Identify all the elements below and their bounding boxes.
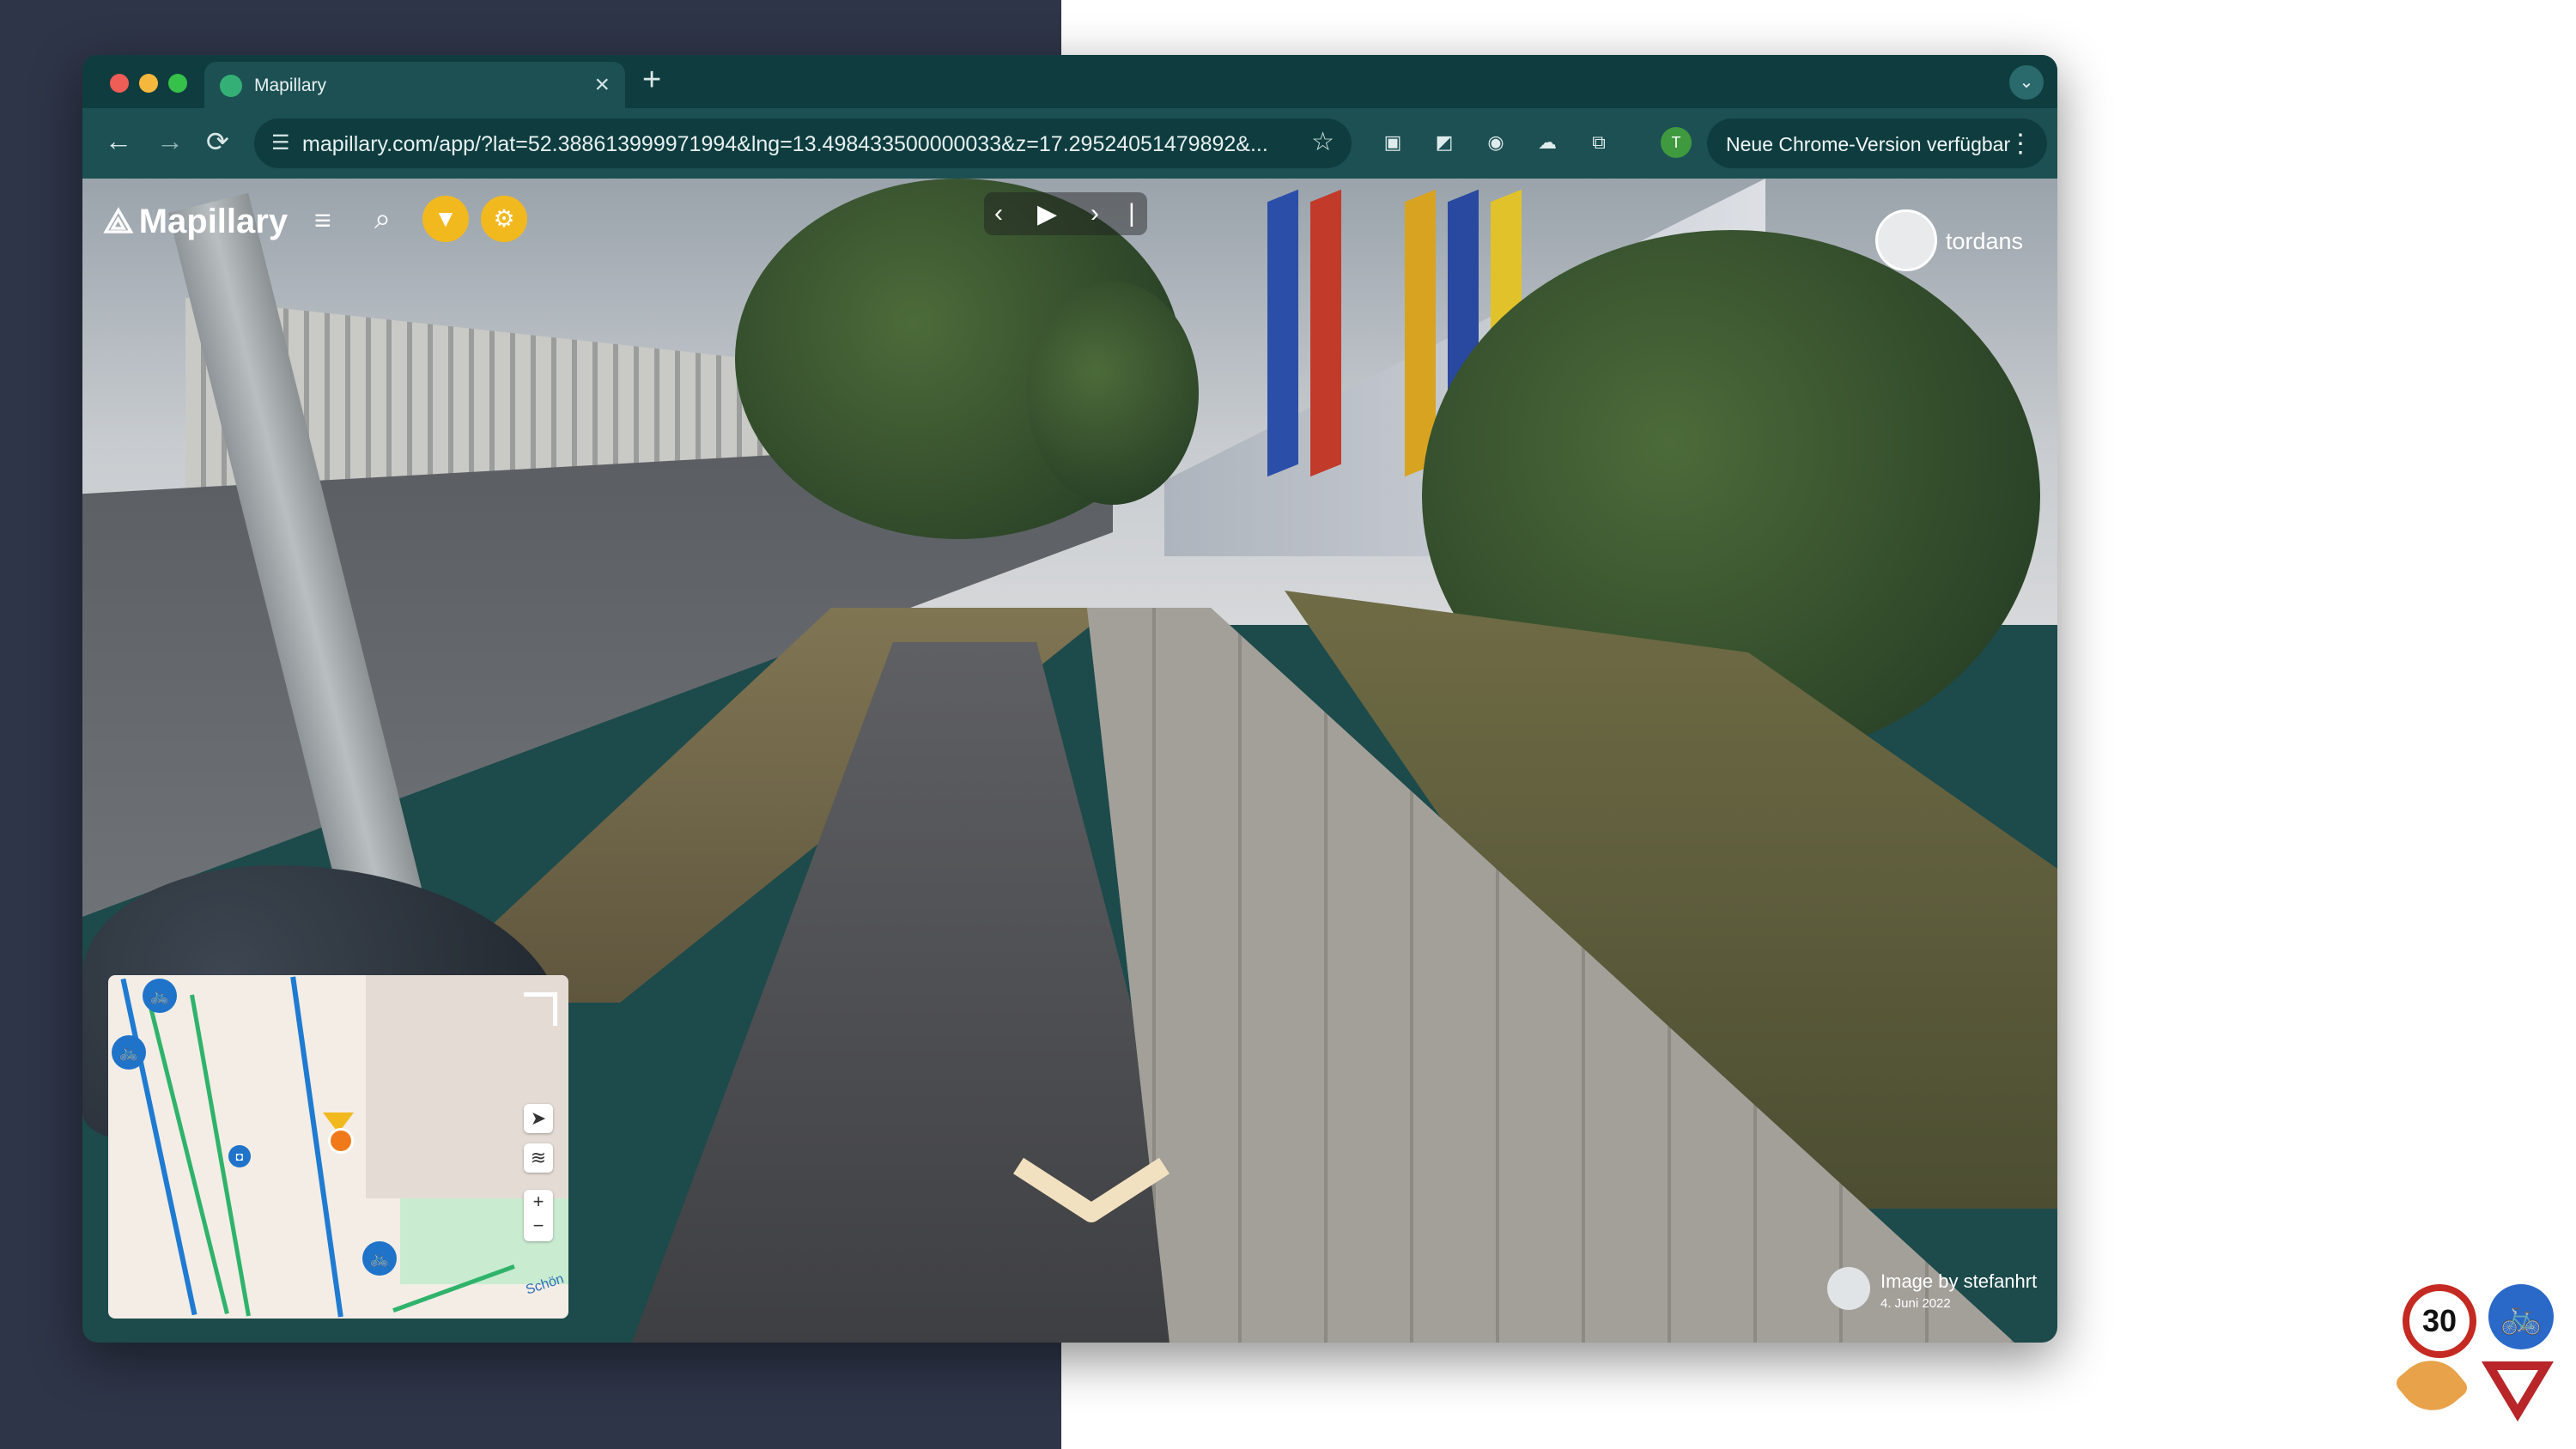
mapillary-logo[interactable]: ⟁ Mapillary bbox=[103, 203, 288, 241]
minimap-zoom-control[interactable]: + − bbox=[524, 1190, 553, 1241]
previous-image-button[interactable]: ‹ bbox=[994, 199, 1003, 228]
scene-flag bbox=[1310, 189, 1341, 477]
maximize-window-button[interactable] bbox=[168, 74, 187, 93]
map-bus-stop-icon[interactable]: ◘ bbox=[228, 1145, 251, 1167]
minimap-zoom-in-button[interactable]: + bbox=[524, 1190, 553, 1214]
avatar bbox=[1875, 209, 1937, 271]
scene-flag bbox=[1267, 189, 1298, 477]
scene-tree bbox=[1027, 282, 1199, 505]
map-bike-sign-icon[interactable]: 🚲 bbox=[143, 979, 177, 1013]
browser-toolbar: ← → ⟳ ☰ mapillary.com/app/?lat=52.388613… bbox=[82, 108, 2057, 179]
user-name: tordans bbox=[1946, 228, 2024, 254]
tab-search-button[interactable]: ⌄ bbox=[2009, 65, 2044, 100]
yield-sign-icon bbox=[2482, 1361, 2554, 1422]
extension-screenshot-icon[interactable]: ▣ bbox=[1379, 129, 1406, 156]
forward-arrow-icon[interactable]: → bbox=[156, 125, 184, 157]
tab-close-button[interactable]: × bbox=[594, 70, 610, 100]
street-view-image[interactable]: ⟁Mapillary ≡ ⌕ ▼ ⚙ ‹ ▶ › | tordans ‹ 3D … bbox=[82, 179, 2057, 1343]
play-button[interactable]: ▶ bbox=[1037, 199, 1057, 229]
photographer-avatar bbox=[1827, 1267, 1870, 1310]
profile-avatar[interactable]: T bbox=[1661, 127, 1692, 158]
tab-bar: Mapillary × + ⌄ bbox=[82, 55, 2057, 108]
minimap-expand-icon[interactable] bbox=[524, 992, 557, 1026]
bookmark-star-icon[interactable]: ☆ bbox=[1311, 127, 1334, 157]
detections-icon: ⚙ bbox=[493, 205, 515, 232]
bicycle-sign-icon: 🚲 bbox=[2488, 1284, 2554, 1349]
hamburger-menu-icon[interactable]: ≡ bbox=[314, 204, 331, 238]
sequence-end-button[interactable]: | bbox=[1128, 199, 1135, 228]
detections-button[interactable]: ⚙ bbox=[481, 196, 527, 242]
tab-title: Mapillary bbox=[254, 76, 327, 95]
map-bike-sign-icon[interactable]: 🚲 bbox=[112, 1035, 146, 1070]
credit-date: 4. Juni 2022 bbox=[1880, 1296, 1951, 1311]
map-position-marker bbox=[328, 1128, 354, 1154]
minimize-window-button[interactable] bbox=[139, 74, 158, 93]
extensions-puzzle-icon[interactable]: ⧉ bbox=[1585, 129, 1613, 156]
minimap-zoom-out-button[interactable]: − bbox=[524, 1214, 553, 1238]
layers-icon[interactable]: ≋ bbox=[524, 1143, 553, 1173]
close-window-button[interactable] bbox=[110, 74, 129, 93]
site-settings-icon[interactable]: ☰ bbox=[271, 130, 290, 155]
mapillary-logo-icon: ⟁ bbox=[103, 203, 134, 240]
chrome-menu-icon[interactable]: ⋮ bbox=[2008, 129, 2033, 159]
chrome-update-button[interactable]: Neue Chrome-Version verfügbar ⋮ bbox=[1707, 118, 2047, 168]
next-image-button[interactable]: › bbox=[1091, 199, 1099, 228]
mapillary-brand: Mapillary bbox=[138, 203, 289, 240]
back-arrow-icon[interactable]: ← bbox=[105, 125, 132, 157]
tab-mapillary[interactable]: Mapillary × bbox=[204, 62, 625, 108]
minimap[interactable]: 🚲 🚲 🚲 ◘ ➤ ≋ + − Schön bbox=[108, 975, 568, 1319]
browser-window: Mapillary × + ⌄ ← → ⟳ ☰ mapillary.com/ap… bbox=[82, 55, 2057, 1343]
new-tab-button[interactable]: + bbox=[642, 62, 661, 99]
locate-icon[interactable]: ➤ bbox=[524, 1104, 553, 1133]
navigate-forward-arrow-icon[interactable] bbox=[1010, 1157, 1173, 1226]
mapillary-favicon-icon bbox=[220, 75, 242, 97]
map-bike-sign-icon[interactable]: 🚲 bbox=[362, 1241, 397, 1276]
extension-password-icon[interactable]: ◉ bbox=[1482, 129, 1510, 156]
credit-author: Image by stefanhrt bbox=[1880, 1270, 2038, 1292]
filter-icon: ▼ bbox=[434, 205, 458, 232]
search-icon[interactable]: ⌕ bbox=[374, 203, 391, 236]
sequence-controls: ‹ ▶ › | bbox=[984, 192, 1147, 235]
extension-cloud-icon[interactable]: ☁ bbox=[1534, 129, 1561, 156]
filter-button[interactable]: ▼ bbox=[422, 196, 469, 242]
update-label: Neue Chrome-Version verfügbar bbox=[1726, 133, 2011, 155]
extension-map-icon[interactable]: ◩ bbox=[1431, 129, 1458, 156]
address-bar[interactable]: ☰ mapillary.com/app/?lat=52.388613999971… bbox=[254, 118, 1352, 168]
address-url[interactable]: mapillary.com/app/?lat=52.38861399997199… bbox=[302, 132, 1290, 157]
reload-icon[interactable]: ⟳ bbox=[206, 125, 229, 158]
speed-limit-30-sign-icon: 30 bbox=[2403, 1284, 2476, 1358]
